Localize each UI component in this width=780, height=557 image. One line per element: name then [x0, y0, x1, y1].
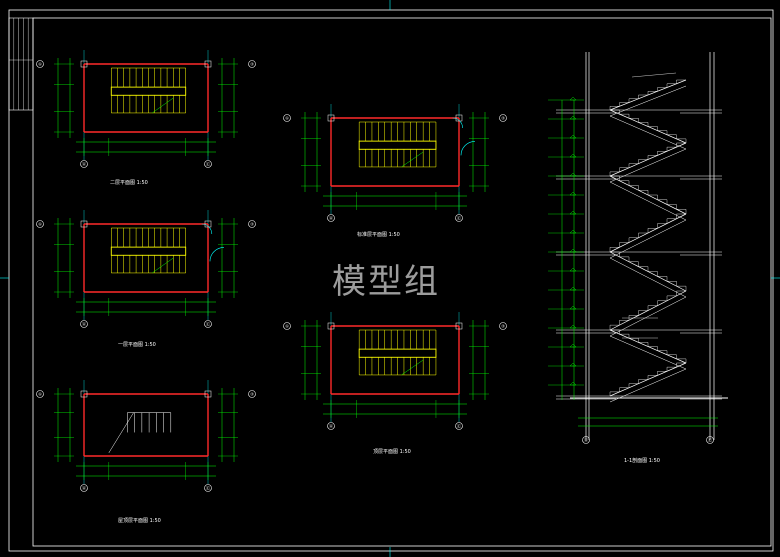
axis-label-bottom-right: Ⓒ: [457, 423, 461, 429]
axis-label-left: ①: [38, 222, 42, 227]
caption-plan-roof: 屋顶层平面图 1:50: [118, 518, 161, 524]
caption-plan-top: 顶层平面图 1:50: [373, 449, 411, 455]
caption-section: 1-1剖面图 1:50: [624, 457, 660, 464]
caption-plan-std: 标准层平面图 1:50: [357, 231, 400, 238]
axis-label-left: ①: [38, 62, 42, 67]
axis-label-left: ①: [285, 116, 289, 121]
axis-label-bottom-left: Ⓐ: [82, 485, 86, 491]
axis-label-bottom-left: Ⓐ: [584, 437, 588, 443]
axis-label-right: ③: [501, 324, 505, 329]
watermark-text: 模型组: [332, 262, 440, 302]
axis-label-bottom-right: Ⓒ: [206, 161, 210, 167]
axis-label-bottom-right: Ⓒ: [708, 437, 712, 443]
axis-label-bottom-right: Ⓒ: [206, 321, 210, 327]
axis-label-bottom-right: Ⓒ: [457, 215, 461, 221]
axis-label-left: ①: [285, 324, 289, 329]
axis-label-bottom-right: Ⓒ: [206, 485, 210, 491]
axis-label-bottom-left: Ⓐ: [329, 423, 333, 429]
axis-label-bottom-left: Ⓐ: [329, 215, 333, 221]
caption-plan-2f: 二层平面图 1:50: [110, 180, 148, 186]
axis-label-right: ③: [250, 392, 254, 397]
axis-label-left: ①: [38, 392, 42, 397]
caption-plan-1f: 一层平面图 1:50: [118, 342, 156, 348]
axis-label-bottom-left: Ⓐ: [82, 161, 86, 167]
axis-label-right: ③: [250, 62, 254, 67]
axis-label-bottom-left: Ⓐ: [82, 321, 86, 327]
axis-label-right: ③: [250, 222, 254, 227]
axis-label-right: ③: [501, 116, 505, 121]
